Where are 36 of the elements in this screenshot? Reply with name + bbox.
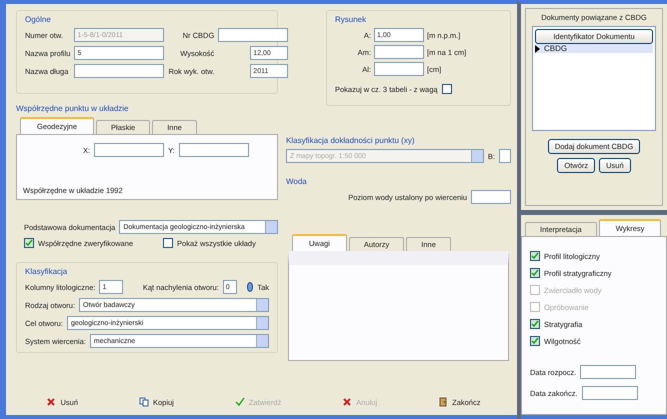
text-field[interactable] — [580, 365, 636, 379]
text-field[interactable] — [499, 149, 511, 163]
checkbox[interactable] — [163, 238, 174, 248]
group-title: Woda — [286, 177, 307, 186]
caret-icon — [256, 317, 268, 329]
cross-icon — [46, 397, 56, 407]
text-field[interactable] — [178, 143, 249, 157]
text-field[interactable] — [582, 386, 638, 400]
checkbox[interactable] — [530, 268, 540, 278]
checkbox[interactable] — [530, 336, 540, 346]
radio-button[interactable] — [246, 282, 254, 292]
list-row[interactable]: CBDG — [535, 44, 653, 53]
cross-icon — [342, 397, 352, 407]
group-title: Klasyfikacja dokładności punktu (xy) — [286, 136, 415, 145]
text-field[interactable] — [374, 62, 424, 76]
checkbox[interactable] — [442, 84, 452, 94]
group-title: Rysunek — [335, 15, 366, 24]
copy-icon — [138, 397, 149, 407]
caret-icon — [265, 221, 277, 233]
checkbox[interactable] — [530, 251, 540, 261]
text-field[interactable] — [94, 143, 164, 157]
checkbox[interactable] — [24, 238, 34, 248]
door-icon — [438, 397, 448, 407]
group-title: Klasyfikacja — [25, 267, 68, 276]
text-field[interactable] — [471, 190, 511, 204]
caret-icon — [256, 299, 268, 311]
caret-icon — [470, 150, 483, 162]
text-field[interactable] — [374, 45, 424, 59]
group-title: Współrzędne punktu w układzie — [16, 104, 129, 113]
pointer-icon — [535, 44, 540, 52]
text-field[interactable] — [74, 64, 164, 78]
caret-icon — [256, 335, 268, 347]
group-title: Ogólne — [25, 15, 51, 24]
checkbox[interactable] — [530, 319, 540, 329]
check-icon — [234, 397, 245, 407]
text-field[interactable] — [218, 28, 288, 42]
